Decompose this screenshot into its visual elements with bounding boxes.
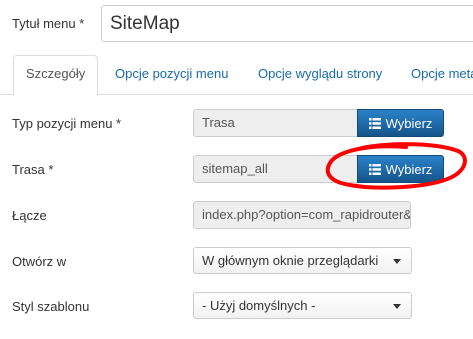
route-select-button[interactable]: Wybierz (357, 155, 444, 183)
route-select-button-label: Wybierz (385, 161, 433, 177)
link-field: index.php?option=com_rapidrouter& (193, 201, 411, 229)
open-in-select[interactable]: W głównym oknie przeglądarki (193, 247, 412, 274)
item-type-field: Trasa (193, 109, 358, 137)
item-type-select-button-label: Wybierz (385, 115, 433, 131)
list-icon (368, 117, 381, 129)
menu-title-input[interactable]: SiteMap (101, 5, 473, 42)
template-style-label: Styl szablonu (12, 299, 90, 314)
route-label: Trasa * (12, 162, 54, 177)
route-field: sitemap_all (193, 155, 358, 183)
tab-bar: Szczegóły Opcje pozycji menu Opcje wyglą… (0, 55, 473, 96)
tab-page-display-options[interactable]: Opcje wyglądu strony (258, 55, 382, 95)
item-type-select-button[interactable]: Wybierz (357, 109, 444, 137)
template-style-select-value: - Użyj domyślnych - (202, 298, 316, 313)
list-icon (368, 163, 381, 175)
item-type-label: Typ pozycji menu * (12, 116, 122, 131)
menu-title-label: Tytuł menu * (12, 16, 85, 31)
caret-down-icon (393, 259, 401, 264)
tab-meta-options[interactable]: Opcje meta (411, 55, 473, 95)
tab-details[interactable]: Szczegóły (13, 55, 99, 96)
open-in-select-value: W głównym oknie przeglądarki (202, 253, 379, 268)
tab-menu-item-options[interactable]: Opcje pozycji menu (115, 55, 228, 95)
template-style-select[interactable]: - Użyj domyślnych - (193, 292, 412, 319)
open-in-label: Otwórz w (12, 254, 67, 269)
link-label: Łącze (12, 208, 47, 223)
caret-down-icon (393, 304, 401, 309)
